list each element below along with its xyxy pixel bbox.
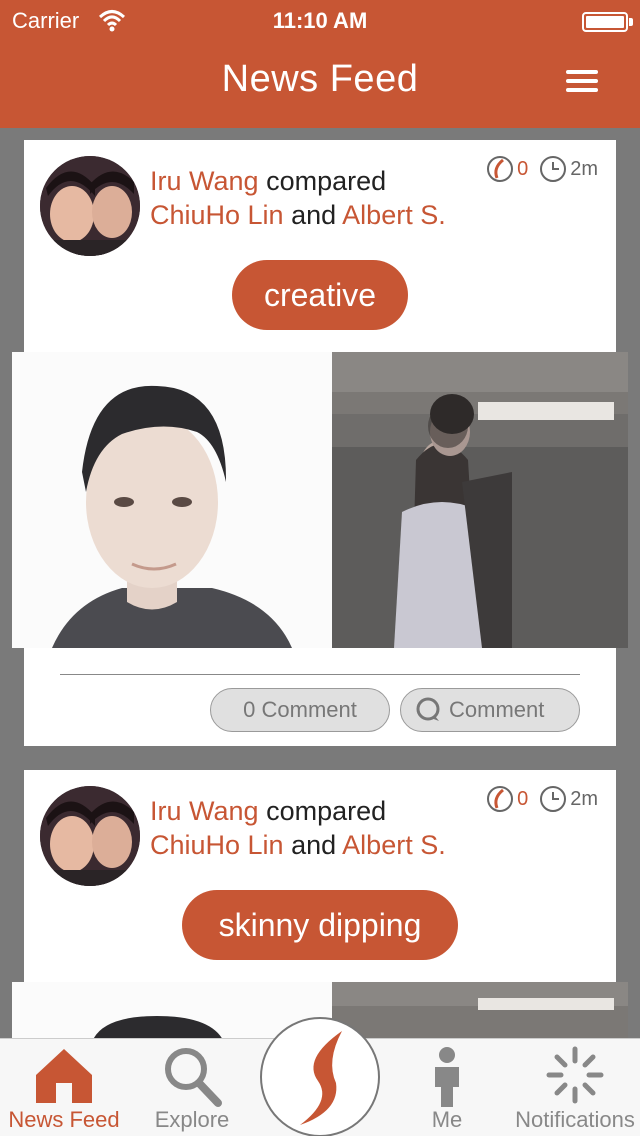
time-ago: 2m (570, 157, 598, 180)
tab-explore[interactable]: Explore (128, 1039, 256, 1136)
post-headline: Iru Wang compared ChiuHo Lin and Albert … (150, 164, 446, 232)
post-stats: 0 2m (485, 154, 598, 184)
clock-label: 11:10 AM (272, 8, 368, 33)
avatar[interactable] (40, 156, 140, 256)
conjunction-label: and (291, 830, 337, 860)
tab-news-feed[interactable]: News Feed (0, 1039, 128, 1136)
author-link[interactable]: Iru Wang (150, 796, 259, 826)
battery-tip (629, 18, 633, 26)
tab-label: Notifications (515, 1107, 635, 1132)
brand-logo-icon (266, 1023, 374, 1131)
navigation-header: Carrier 11:10 AM News Feed (0, 0, 640, 128)
tab-bar: News Feed Explore Me Notifications (0, 1017, 640, 1136)
menu-line-icon (566, 70, 598, 74)
avatar-photo (40, 156, 140, 256)
brand-logo-button[interactable] (260, 1017, 380, 1136)
tag-button[interactable]: creative (232, 260, 408, 330)
tab-me[interactable]: Me (384, 1039, 510, 1136)
hamburger-menu-button[interactable] (566, 70, 598, 94)
page-title: News Feed (221, 58, 419, 100)
avatar-photo (40, 786, 140, 886)
post-stats: 0 2m (485, 784, 598, 814)
post-headline: Iru Wang compared ChiuHo Lin and Albert … (150, 794, 446, 862)
subject-a-link[interactable]: ChiuHo Lin (150, 200, 284, 230)
subject-a-link[interactable]: ChiuHo Lin (150, 830, 284, 860)
vote-logo-icon (487, 156, 514, 182)
vote-count: 0 (517, 787, 529, 810)
card-footer: 0 Comment Comment (24, 648, 616, 746)
battery-icon (582, 12, 628, 32)
tab-label: Me (431, 1107, 463, 1132)
comment-button-label: Comment (449, 697, 545, 722)
clock-icon (540, 156, 567, 182)
tab-label: Explore (154, 1107, 230, 1132)
compare-photo-right[interactable] (332, 352, 628, 648)
person-icon (435, 1047, 459, 1107)
avatar[interactable] (40, 786, 140, 886)
menu-line-icon (566, 88, 598, 92)
vote-count: 0 (517, 157, 529, 180)
clock-icon (540, 786, 567, 812)
comment-bubble-icon (416, 697, 440, 721)
author-link[interactable]: Iru Wang (150, 166, 259, 196)
conjunction-label: and (291, 200, 337, 230)
time-ago: 2m (570, 787, 598, 810)
vote-logo-icon (487, 786, 514, 812)
comment-count-button[interactable]: 0 Comment (210, 688, 390, 732)
spinner-icon (546, 1046, 604, 1104)
search-icon (165, 1048, 222, 1107)
divider (60, 674, 580, 675)
tab-notifications[interactable]: Notifications (510, 1039, 640, 1136)
portrait-photo (12, 352, 332, 648)
menu-line-icon (566, 79, 598, 83)
status-bar: Carrier 11:10 AM (0, 0, 640, 40)
subject-b-link[interactable]: Albert S. (342, 200, 446, 230)
compare-photo-left[interactable] (12, 352, 332, 648)
tag-button[interactable]: skinny dipping (182, 890, 458, 960)
subject-b-link[interactable]: Albert S. (342, 830, 446, 860)
concert-photo (332, 352, 628, 648)
news-feed-list[interactable]: Iru Wang compared ChiuHo Lin and Albert … (0, 128, 640, 1038)
comment-button[interactable]: Comment (400, 688, 580, 732)
verb-label: compared (266, 796, 387, 826)
tab-label: News Feed (8, 1107, 120, 1132)
verb-label: compared (266, 166, 387, 196)
home-icon (36, 1049, 92, 1103)
